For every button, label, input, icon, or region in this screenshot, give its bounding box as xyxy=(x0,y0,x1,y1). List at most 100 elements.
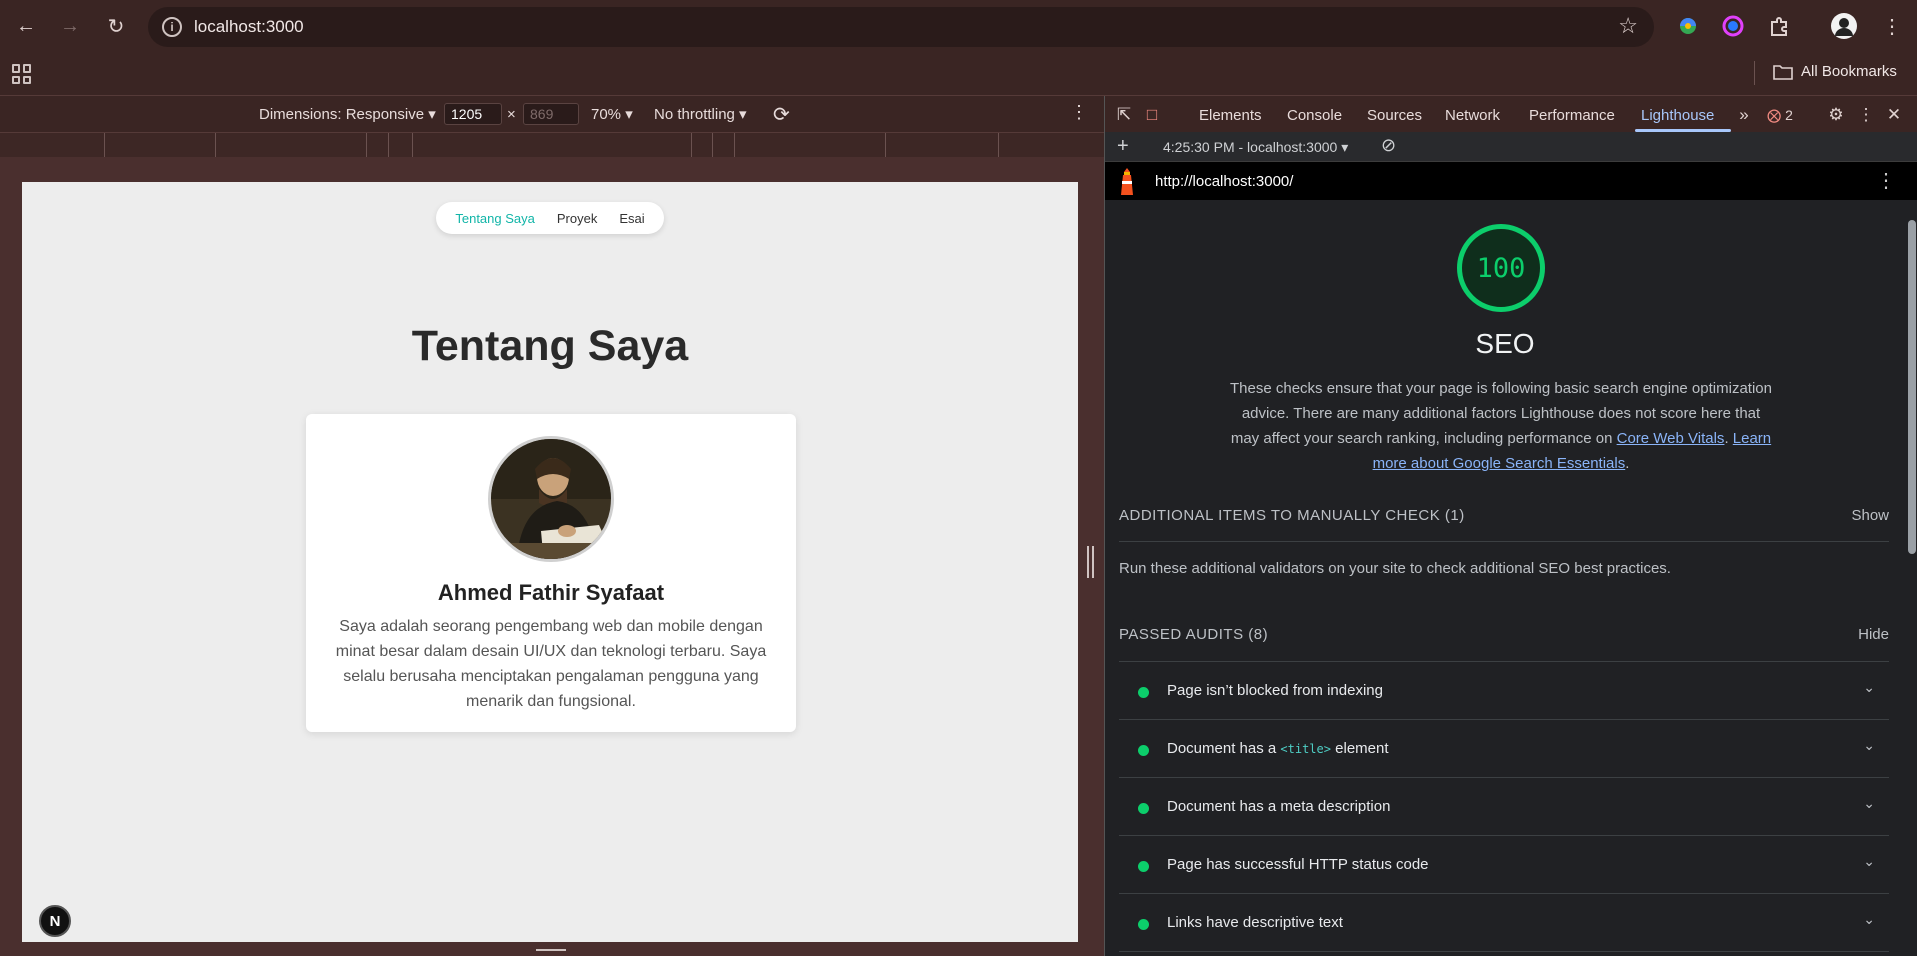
chevron-down-icon[interactable]: ⌄ xyxy=(1863,911,1875,928)
report-selector[interactable]: 4:25:30 PM - localhost:3000 ▾ xyxy=(1163,139,1348,156)
more-options-icon[interactable]: ⋮ xyxy=(1070,102,1088,123)
folder-icon xyxy=(1773,64,1793,80)
lighthouse-toolbar: + 4:25:30 PM - localhost:3000 ▾ ⊘ xyxy=(1105,132,1917,162)
core-web-vitals-link[interactable]: Core Web Vitals xyxy=(1617,430,1725,447)
audit-title-text: element xyxy=(1330,740,1389,757)
width-input[interactable]: 1205 xyxy=(444,103,502,125)
pass-status-icon xyxy=(1138,745,1149,756)
nav-link-esai[interactable]: Esai xyxy=(619,211,644,226)
lighthouse-logo-icon xyxy=(1121,168,1133,195)
category-title: SEO xyxy=(1475,328,1535,359)
seo-score-gauge: 100 xyxy=(1457,224,1545,312)
audit-title: Links have descriptive text xyxy=(1167,914,1343,931)
bookmark-star-icon[interactable]: ☆ xyxy=(1618,13,1638,39)
report-url: http://localhost:3000/ xyxy=(1155,173,1294,190)
devtools-tabbar: ⇱ □ Elements Console Sources Network Per… xyxy=(1105,96,1917,132)
error-count: 2 xyxy=(1785,107,1793,123)
tab-lighthouse[interactable]: Lighthouse xyxy=(1641,107,1714,124)
viewport-bottom-handle[interactable] xyxy=(536,949,566,951)
inspect-element-icon[interactable]: ⇱ xyxy=(1113,104,1135,126)
profile-avatar xyxy=(488,436,614,562)
nav-link-proyek[interactable]: Proyek xyxy=(557,211,597,226)
chevron-down-icon: ▾ xyxy=(739,106,747,123)
address-url[interactable]: localhost:3000 xyxy=(194,17,304,37)
chevron-down-icon: ▾ xyxy=(428,106,436,123)
tab-sources[interactable]: Sources xyxy=(1367,107,1422,124)
audit-row[interactable]: Page isn’t blocked from indexing ⌄ xyxy=(1119,662,1889,720)
pass-status-icon xyxy=(1138,687,1149,698)
throttling-dropdown[interactable]: No throttling ▾ xyxy=(654,105,747,123)
chevron-down-icon[interactable]: ⌄ xyxy=(1863,795,1875,812)
media-query-ruler[interactable] xyxy=(0,132,1104,157)
pass-status-icon xyxy=(1138,803,1149,814)
nextjs-dev-badge[interactable]: N xyxy=(39,905,71,937)
audit-title: Page isn’t blocked from indexing xyxy=(1167,682,1383,699)
audit-row[interactable]: Document has a <title> element ⌄ xyxy=(1119,720,1889,778)
chevron-down-icon[interactable]: ⌄ xyxy=(1863,853,1875,870)
site-info-icon[interactable]: i xyxy=(162,17,182,37)
browser-toolbar: ← → ↻ i localhost:3000 ☆ ⋮ xyxy=(0,0,1917,52)
extension-google-icon[interactable] xyxy=(1675,13,1701,39)
tab-performance[interactable]: Performance xyxy=(1529,107,1615,124)
viewport-resize-handle[interactable] xyxy=(1087,546,1095,578)
pass-status-icon xyxy=(1138,919,1149,930)
throttling-label: No throttling xyxy=(654,106,735,123)
more-tabs-icon[interactable]: » xyxy=(1733,104,1755,126)
close-devtools-icon[interactable]: ✕ xyxy=(1883,104,1905,126)
devtools-menu-icon[interactable]: ⋮ xyxy=(1855,104,1877,126)
report-more-icon[interactable]: ⋮ xyxy=(1876,168,1896,193)
profile-bio: Saya adalah seorang pengembang web dan m… xyxy=(335,618,767,710)
chevron-down-icon[interactable]: ⌄ xyxy=(1863,737,1875,754)
profile-name: Ahmed Fathir Syafaat xyxy=(437,580,665,605)
reload-icon[interactable]: ↻ xyxy=(102,12,130,40)
browser-menu-icon[interactable]: ⋮ xyxy=(1878,12,1906,40)
tab-console[interactable]: Console xyxy=(1287,107,1342,124)
audit-row[interactable]: Page has successful HTTP status code ⌄ xyxy=(1119,836,1889,894)
devtools-panel: ⇱ □ Elements Console Sources Network Per… xyxy=(1104,96,1917,956)
apps-grid-icon[interactable] xyxy=(12,64,32,84)
nav-link-tentang-saya[interactable]: Tentang Saya xyxy=(455,211,535,226)
passed-audits-title: PASSED AUDITS (8) xyxy=(1119,626,1269,643)
tab-elements[interactable]: Elements xyxy=(1199,107,1262,124)
audit-title-text: Page isn’t blocked from indexing xyxy=(1167,682,1383,699)
dimensions-dropdown[interactable]: Dimensions: Responsive ▾ xyxy=(259,105,436,123)
manual-checks-description: Run these additional validators on your … xyxy=(1119,560,1671,577)
settings-gear-icon[interactable]: ⚙ xyxy=(1825,104,1847,126)
all-bookmarks-label: All Bookmarks xyxy=(1801,63,1897,80)
extension-color-icon[interactable] xyxy=(1720,13,1746,39)
audit-title: Document has a meta description xyxy=(1167,798,1390,815)
profile-card: Ahmed Fathir Syafaat Saya adalah seorang… xyxy=(306,414,796,732)
back-icon[interactable]: ← xyxy=(12,12,40,40)
lighthouse-report: 100 SEO These checks ensure that your pa… xyxy=(1105,200,1905,956)
tab-network[interactable]: Network xyxy=(1445,107,1500,124)
new-report-icon[interactable]: + xyxy=(1117,135,1129,158)
error-icon: ⨂ xyxy=(1767,106,1782,123)
extensions-puzzle-icon[interactable] xyxy=(1766,13,1792,39)
height-input[interactable]: 869 xyxy=(523,103,579,125)
error-counter[interactable]: ⨂ 2 xyxy=(1760,104,1800,126)
manual-checks-title: ADDITIONAL ITEMS TO MANUALLY CHECK (1) xyxy=(1119,507,1465,524)
device-toggle-icon[interactable]: □ xyxy=(1141,104,1163,126)
address-bar[interactable]: i localhost:3000 ☆ xyxy=(148,7,1654,47)
audit-title: Page has successful HTTP status code xyxy=(1167,856,1429,873)
manual-checks-toggle[interactable]: Show xyxy=(1851,507,1889,524)
audit-title-text: Page has successful HTTP status code xyxy=(1167,856,1429,873)
rotate-icon[interactable]: ⟳ xyxy=(773,102,790,127)
zoom-dropdown[interactable]: 70% ▾ xyxy=(591,105,633,123)
section-divider xyxy=(1119,541,1889,542)
chevron-down-icon: ▾ xyxy=(625,106,633,123)
chevron-down-icon[interactable]: ⌄ xyxy=(1863,679,1875,696)
audit-code-snippet: <title> xyxy=(1280,742,1331,756)
all-bookmarks-button[interactable]: All Bookmarks xyxy=(1773,63,1897,80)
forward-icon[interactable]: → xyxy=(56,12,84,40)
audit-row[interactable]: Links have descriptive text ⌄ xyxy=(1119,894,1889,952)
passed-audits-toggle[interactable]: Hide xyxy=(1858,626,1889,643)
clear-reports-icon[interactable]: ⊘ xyxy=(1381,135,1396,156)
audit-row[interactable]: Document has a meta description ⌄ xyxy=(1119,778,1889,836)
zoom-label: 70% xyxy=(591,106,622,123)
passed-audits-header[interactable]: PASSED AUDITS (8) Hide xyxy=(1119,626,1889,643)
report-scrollbar-thumb[interactable] xyxy=(1908,220,1916,554)
emulated-viewport: Tentang Saya Proyek Esai Tentang Saya Ah… xyxy=(22,182,1078,942)
manual-checks-header[interactable]: ADDITIONAL ITEMS TO MANUALLY CHECK (1) S… xyxy=(1119,507,1889,524)
profile-avatar-icon[interactable] xyxy=(1831,13,1857,39)
